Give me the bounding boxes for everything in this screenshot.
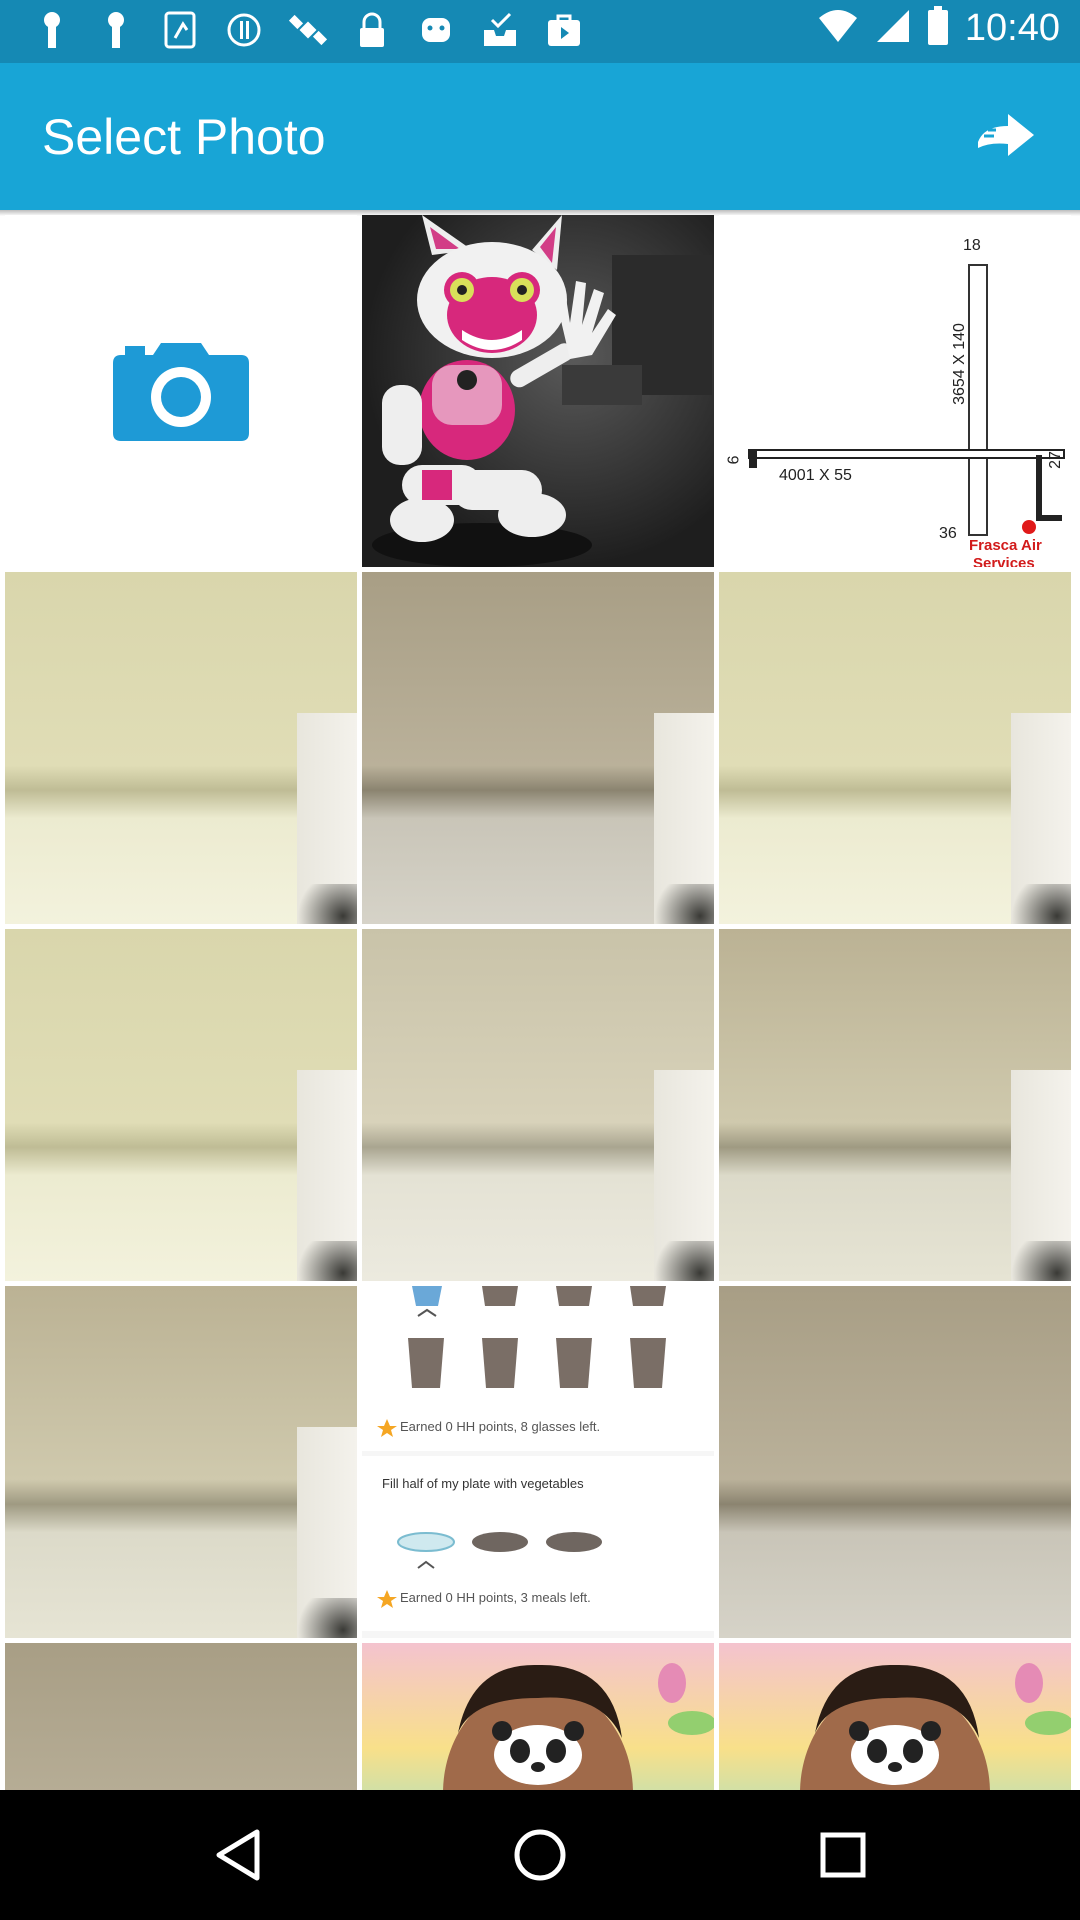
page-title: Select Photo <box>42 109 326 165</box>
signal-icon <box>875 8 911 49</box>
photo-thumbnail[interactable] <box>5 1286 357 1638</box>
forward-arrow-icon <box>978 114 1034 156</box>
runway-dimensions: 4001 X 55 <box>779 467 852 484</box>
photo-thumbnail[interactable] <box>719 572 1071 924</box>
box-corner <box>287 712 357 924</box>
recents-button[interactable] <box>813 1825 873 1885</box>
box-corner <box>1001 1069 1071 1281</box>
photo-thumbnail[interactable] <box>362 929 714 1281</box>
home-circle-icon <box>514 1829 566 1881</box>
runway-label: 36 <box>939 525 957 542</box>
box-corner <box>644 712 714 924</box>
navigation-bar <box>0 1790 1080 1920</box>
photo-grid: 18 3654 X 140 4001 X 55 9 27 36 Frasca A… <box>5 215 1075 1790</box>
camera-tile[interactable] <box>5 215 357 567</box>
keyhole-icon <box>30 8 74 52</box>
photo-thumbnail[interactable] <box>5 929 357 1281</box>
photo-thumbnail[interactable] <box>362 572 714 924</box>
photo-thumbnail[interactable] <box>362 215 714 567</box>
back-triangle-icon <box>216 1829 260 1881</box>
runway-label: 27 <box>1046 451 1064 469</box>
runway-label: 9 <box>723 455 741 465</box>
tracker-status-text: Earned 0 HH points, 3 meals left. <box>400 1590 591 1605</box>
brand-label: Frasca Air <box>969 537 1042 554</box>
camera-icon <box>113 343 249 441</box>
alert-circle-icon <box>222 8 266 52</box>
inbox-check-icon <box>478 8 522 52</box>
tracker-heading: Fill half of my plate with vegetables <box>382 1476 584 1491</box>
satellite-icon <box>286 8 330 52</box>
app-bar: Select Photo <box>0 63 1080 210</box>
runway-dimensions: 3654 X 140 <box>950 323 968 405</box>
status-bar: 10:40 <box>0 0 1080 63</box>
runway-label: 18 <box>963 237 981 254</box>
next-button[interactable] <box>970 103 1042 167</box>
keyhole-icon <box>94 8 138 52</box>
photo-thumbnail[interactable] <box>719 1643 1071 1790</box>
back-button[interactable] <box>208 1825 268 1885</box>
system-icons: 10:40 <box>817 6 1060 51</box>
photo-thumbnail[interactable] <box>719 1286 1071 1638</box>
android-icon <box>414 8 458 52</box>
notification-icons <box>30 8 586 52</box>
sim-icon <box>158 8 202 52</box>
photo-thumbnail[interactable] <box>719 929 1071 1281</box>
box-corner <box>287 1069 357 1281</box>
brand-sublabel: Services <box>973 555 1035 567</box>
box-corner <box>644 1069 714 1281</box>
box-corner <box>1001 712 1071 924</box>
recents-square-icon <box>820 1832 866 1878</box>
battery-icon <box>927 6 949 51</box>
lock-icon <box>350 8 394 52</box>
photo-thumbnail[interactable]: 18 3654 X 140 4001 X 55 9 27 36 Frasca A… <box>719 215 1071 567</box>
airport-diagram-image <box>748 264 1065 536</box>
clock: 10:40 <box>964 7 1060 49</box>
play-store-icon <box>542 8 586 52</box>
tracker-status-text: Earned 0 HH points, 8 glasses left. <box>400 1419 601 1434</box>
photo-thumbnail[interactable] <box>362 1643 714 1790</box>
photo-thumbnail[interactable] <box>5 1643 357 1790</box>
photo-thumbnail[interactable]: Earned 0 HH points, 8 glasses left. Fill… <box>362 1286 714 1638</box>
tracker-screenshot-image <box>362 1286 714 1631</box>
home-button[interactable] <box>510 1825 570 1885</box>
robot-fox-image <box>372 215 712 567</box>
panda-photo-image <box>800 1663 1071 1790</box>
photo-thumbnail[interactable] <box>5 572 357 924</box>
wifi-icon <box>817 8 859 49</box>
box-corner <box>287 1426 357 1638</box>
panda-photo-image <box>443 1663 714 1790</box>
